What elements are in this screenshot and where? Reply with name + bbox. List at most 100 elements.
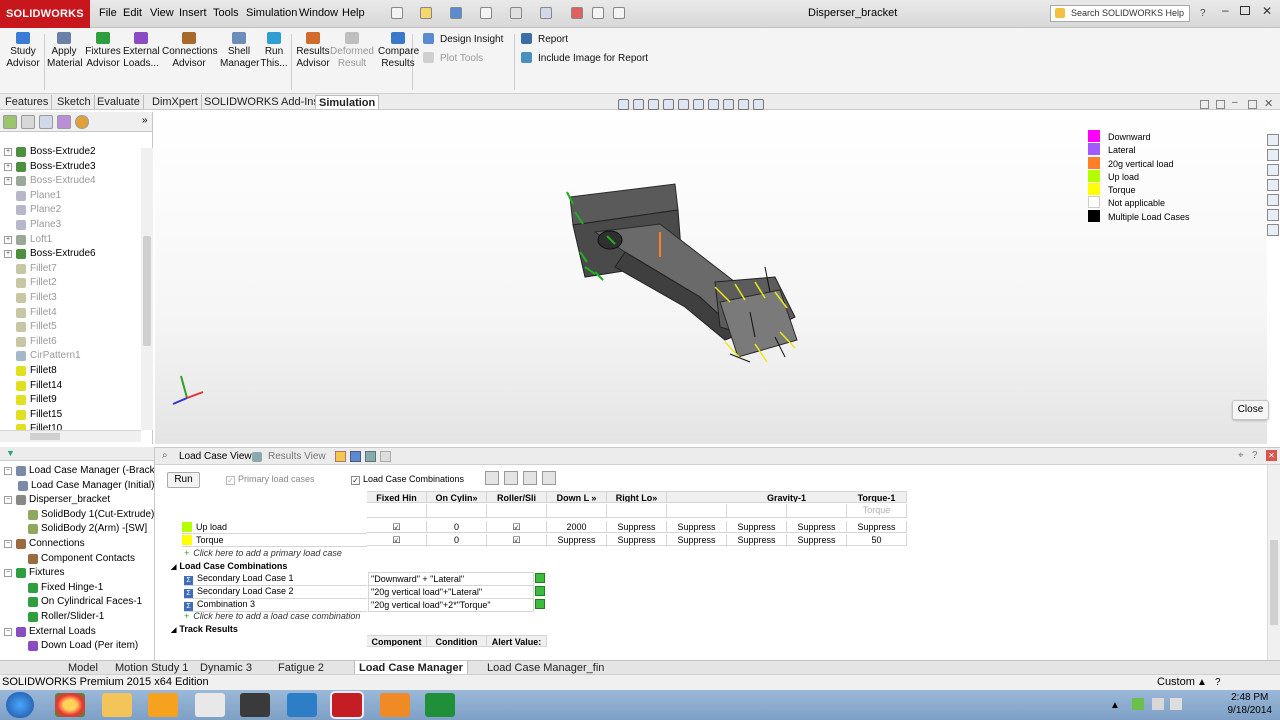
edit-formula-icon[interactable] [535, 585, 545, 596]
select-arrow-icon[interactable] [540, 7, 552, 19]
design-insight-button[interactable]: Design Insight [423, 33, 503, 45]
command-results-advisor[interactable]: Results Advisor [295, 32, 331, 70]
view-orientation-icon[interactable] [678, 99, 689, 110]
scroll-thumb[interactable] [30, 433, 60, 440]
camtasia-icon[interactable] [425, 693, 455, 717]
apply-scene-icon[interactable] [738, 99, 749, 110]
grid-cell[interactable]: Suppress [607, 521, 667, 533]
notepad-icon[interactable] [287, 693, 317, 717]
expand-icon[interactable]: − [4, 467, 12, 475]
new-document-icon[interactable] [391, 7, 403, 19]
funnel-icon[interactable] [485, 471, 499, 485]
help-icon[interactable]: ? [1252, 450, 1258, 461]
grid-cell[interactable]: Suppress [787, 521, 847, 533]
view-settings-icon[interactable] [753, 99, 764, 110]
command-compare-results[interactable]: Compare Results [378, 32, 419, 70]
add-primary-load-case[interactable]: + Click here to add a primary load case [184, 547, 342, 559]
menu-simulation[interactable]: Simulation [246, 7, 297, 19]
units-custom[interactable]: Custom [1157, 675, 1195, 690]
tab-features[interactable]: Features [2, 95, 53, 109]
study-tab-load-case-manager-fin[interactable]: Load Case Manager_fin [483, 661, 608, 675]
arrange-icon[interactable] [504, 471, 518, 485]
previous-view-icon[interactable] [648, 99, 659, 110]
start-button-icon[interactable] [6, 692, 34, 718]
tab-solidworks-add-ins[interactable]: SOLIDWORKS Add-Ins [201, 95, 323, 109]
command-run-this[interactable]: Run This... [259, 32, 289, 70]
expand-icon[interactable]: − [4, 627, 12, 636]
configuration-manager-icon[interactable] [39, 115, 53, 129]
grid-cell[interactable]: Suppress [847, 521, 907, 533]
grid-vertical-scrollbar[interactable] [1267, 465, 1280, 660]
study-tab-load-case-manager[interactable]: Load Case Manager [354, 661, 468, 675]
print-icon[interactable] [480, 7, 492, 19]
expand-icon[interactable]: − [4, 569, 12, 578]
pin-icon[interactable]: ⌖ [1238, 450, 1244, 461]
solidworks-logo[interactable]: SOLIDWORKS [0, 0, 90, 28]
solidworks-taskbar-icon[interactable] [332, 693, 362, 717]
run-button[interactable]: Run [167, 472, 200, 488]
tray-expand-icon[interactable]: ▲ [1110, 700, 1120, 711]
primary-load-case-row[interactable]: Torque [182, 534, 367, 547]
tab-evaluate[interactable]: Evaluate [94, 95, 144, 109]
results-view-tab[interactable]: Results View [268, 451, 326, 462]
grid-cell[interactable]: ☑ [367, 521, 427, 533]
system-clock[interactable]: 2:48 PM 9/18/2014 [1228, 691, 1273, 717]
tab-sketch[interactable]: Sketch [54, 95, 95, 109]
open-icon[interactable] [335, 451, 346, 462]
design-library-icon[interactable] [1267, 164, 1279, 176]
expand-icon[interactable]: − [4, 496, 12, 505]
restore-window-icon[interactable] [1240, 6, 1250, 15]
collapse-icon[interactable]: ◢ [171, 627, 176, 634]
help-icon[interactable]: ? [1200, 8, 1206, 19]
zoom-to-fit-icon[interactable] [618, 99, 629, 110]
close-button[interactable]: Close [1232, 400, 1269, 420]
column-header[interactable]: Down L » [547, 491, 607, 503]
resources-icon[interactable] [1267, 149, 1279, 161]
media-icon[interactable] [148, 693, 178, 717]
menu-window[interactable]: Window [299, 7, 338, 19]
study-tab-fatigue-2[interactable]: Fatigue 2 [274, 661, 328, 675]
close-doc-icon[interactable]: ✕ [1264, 97, 1273, 110]
dimxpert-icon[interactable] [57, 115, 71, 129]
column-header[interactable]: Roller/Sli [487, 491, 547, 503]
grid-cell[interactable]: Suppress [607, 533, 667, 546]
study-tab-model[interactable]: Model [64, 661, 102, 675]
tile-view-icon[interactable] [1200, 100, 1209, 109]
custom-properties-icon[interactable] [1267, 224, 1279, 236]
grid-cell[interactable]: Suppress [547, 533, 607, 546]
zoom-to-area-icon[interactable] [633, 99, 644, 110]
minimize-window-icon[interactable]: – [1222, 3, 1229, 17]
menu-view[interactable]: View [150, 7, 174, 19]
panel-expand-icon[interactable]: » [142, 115, 148, 126]
save-icon[interactable] [450, 7, 462, 19]
grid-cell[interactable]: Suppress [667, 533, 727, 546]
settings-icon[interactable] [380, 451, 391, 462]
collapse-icon[interactable]: ◢ [171, 564, 176, 571]
add-combination[interactable]: + Click here to add a load case combinati… [184, 610, 360, 622]
appearances-icon[interactable] [1267, 209, 1279, 221]
study-tab-dynamic-3[interactable]: Dynamic 3 [196, 661, 256, 675]
track-results-title[interactable]: ◢ Track Results [171, 623, 238, 637]
home-icon[interactable] [1267, 134, 1279, 146]
gear-icon[interactable] [240, 693, 270, 717]
view-palette-icon[interactable] [1267, 194, 1279, 206]
command-connections-advisor[interactable]: Connections Advisor [162, 32, 218, 70]
command-fixtures-advisor[interactable]: Fixtures Advisor [85, 32, 121, 70]
display-manager-icon[interactable] [75, 115, 89, 129]
file-explorer-icon[interactable] [1267, 179, 1279, 191]
minimize-doc-icon[interactable]: – [1232, 97, 1238, 108]
include-image-button[interactable]: Include Image for Report [521, 52, 648, 64]
load-case-view-tab[interactable]: Load Case View [179, 451, 252, 462]
command-external-loads[interactable]: External Loads... [123, 32, 160, 70]
property-manager-icon[interactable] [21, 115, 35, 129]
combination-formula-input[interactable]: "20g vertical load"+2*"Torque" [368, 597, 534, 612]
tree-horizontal-scrollbar[interactable] [0, 430, 141, 442]
grid-cell[interactable]: Suppress [727, 521, 787, 533]
expand-icon[interactable]: + [4, 148, 12, 156]
open-folder-icon[interactable] [420, 7, 432, 19]
section-view-icon[interactable] [663, 99, 674, 110]
track-column-header[interactable]: Alert Value: [487, 635, 547, 647]
track-column-header[interactable]: Component [367, 635, 427, 647]
column-header[interactable]: Torque-1 [847, 491, 907, 503]
plot-tools-button[interactable]: Plot Tools [423, 52, 483, 64]
